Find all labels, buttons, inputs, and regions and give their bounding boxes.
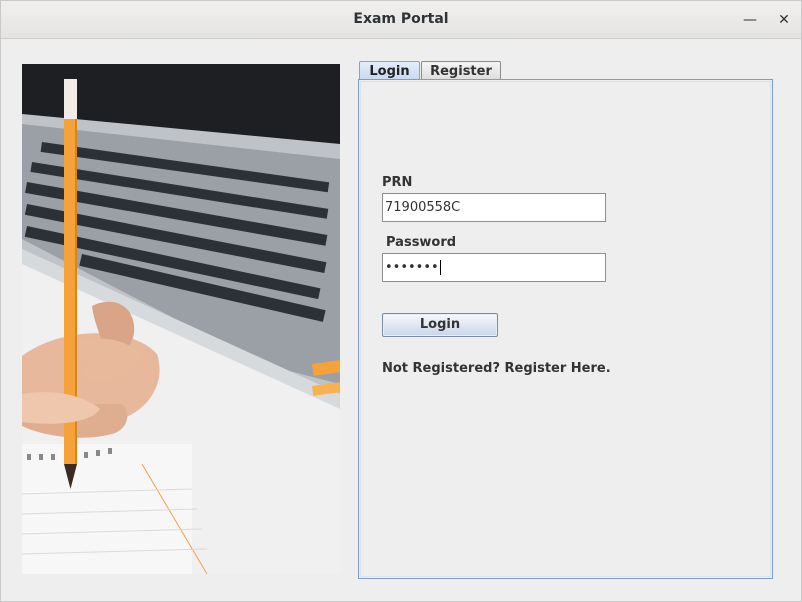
- window-title: Exam Portal: [353, 11, 449, 27]
- prn-input[interactable]: 71900558C: [382, 193, 606, 222]
- login-button[interactable]: Login: [382, 313, 498, 337]
- prn-input-value: 71900558C: [385, 200, 461, 215]
- app-window: Exam Portal — ✕ Login Register PRN 71900…: [0, 0, 802, 602]
- minimize-icon[interactable]: —: [739, 9, 761, 31]
- register-link[interactable]: Not Registered? Register Here.: [382, 361, 611, 376]
- password-input-value: •••••••: [385, 260, 439, 275]
- password-label: Password: [386, 235, 457, 250]
- login-panel: PRN 71900558C Password ••••••• Login Not…: [358, 79, 773, 579]
- title-bar: Exam Portal — ✕: [1, 1, 801, 39]
- close-icon[interactable]: ✕: [773, 9, 795, 31]
- text-caret: [439, 260, 441, 275]
- prn-label: PRN: [382, 175, 413, 190]
- tab-register[interactable]: Register: [421, 61, 501, 81]
- tab-login[interactable]: Login: [359, 61, 420, 81]
- password-input[interactable]: •••••••: [382, 253, 606, 282]
- study-photo: [22, 64, 340, 574]
